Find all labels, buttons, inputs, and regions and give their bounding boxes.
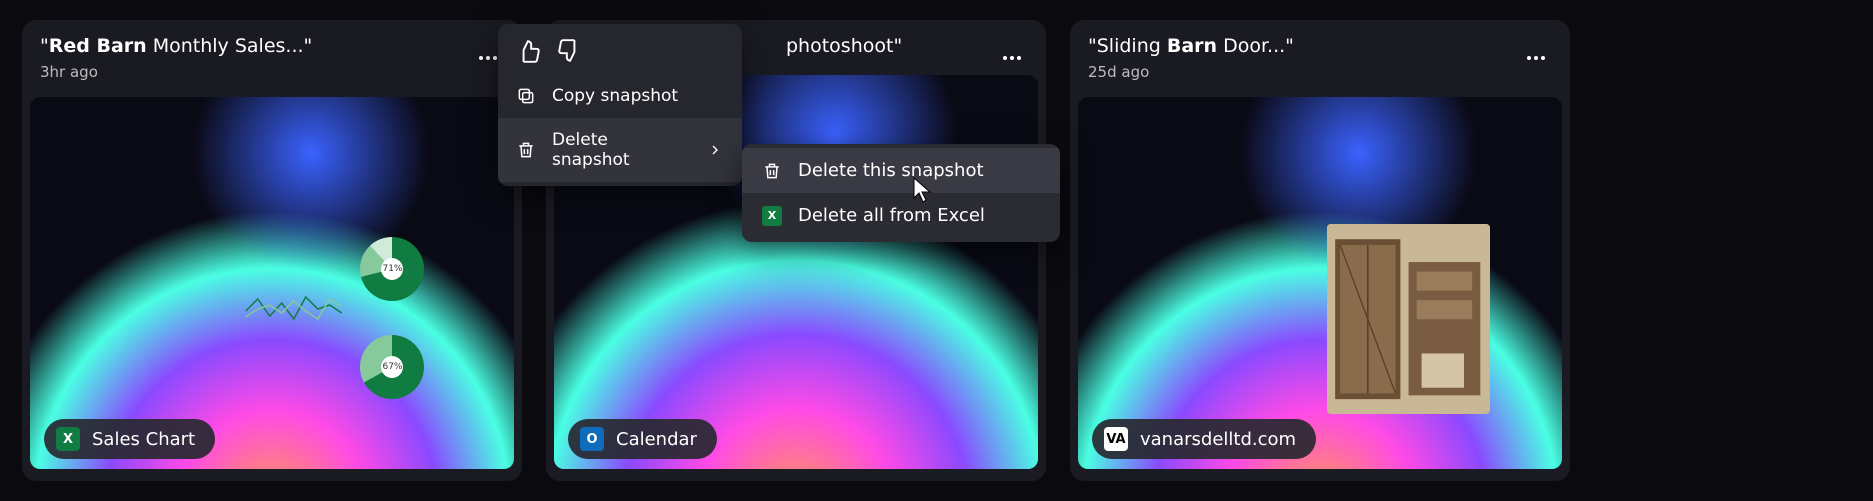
trash-icon — [516, 140, 536, 160]
title-quote: " — [40, 35, 49, 57]
snapshot-thumbnail[interactable]: VanArsdel CLOTHINGFURNITUREAPPLIANCESTEC… — [1078, 97, 1562, 469]
source-badge[interactable]: O Calendar — [568, 419, 717, 459]
thumbs-down-icon — [556, 38, 582, 64]
more-button[interactable] — [996, 42, 1028, 74]
ellipsis-icon — [1526, 55, 1546, 61]
card-time: 3hr ago — [40, 63, 504, 81]
menu-item-label: Delete this snapshot — [798, 160, 984, 181]
card-header: "Sliding Barn Door..." 25d ago — [1070, 20, 1570, 87]
delete-snapshot-item[interactable]: Delete snapshot — [498, 118, 742, 182]
card-header: "Red Barn Monthly Sales..." 3hr ago — [22, 20, 522, 87]
context-submenu: Delete this snapshot X Delete all from E… — [742, 144, 1060, 242]
context-menu: Copy snapshot Delete snapshot — [498, 24, 742, 186]
thumbs-up-icon — [516, 38, 542, 64]
more-button[interactable] — [1520, 42, 1552, 74]
title-prefix: "Sliding — [1088, 35, 1167, 57]
card-title: "Red Barn Monthly Sales..." — [40, 34, 504, 59]
wallpaper-bg — [30, 97, 514, 469]
chevron-right-icon — [706, 140, 724, 160]
product-image — [1327, 224, 1490, 414]
ellipsis-icon — [478, 55, 498, 61]
delete-all-excel-item[interactable]: X Delete all from Excel — [742, 193, 1060, 238]
excel-icon: X — [56, 427, 80, 451]
feedback-row — [498, 24, 742, 74]
title-highlight: Barn — [1167, 35, 1217, 57]
badge-label: Calendar — [616, 429, 697, 450]
source-badge[interactable]: VA vanarsdelltd.com — [1092, 419, 1316, 459]
excel-icon: X — [762, 206, 782, 226]
menu-item-label: Delete snapshot — [552, 130, 674, 170]
title-rest: Monthly Sales..." — [147, 35, 313, 57]
menu-item-label: Delete all from Excel — [798, 205, 985, 226]
ellipsis-icon — [1002, 55, 1022, 61]
title-highlight: Red Barn — [49, 35, 147, 57]
snapshot-card[interactable]: "Red Barn Monthly Sales..." 3hr ago File… — [22, 20, 522, 481]
donut-chart: 71% — [360, 237, 424, 301]
thumbs-up-button[interactable] — [516, 38, 542, 64]
snapshot-card[interactable]: "Sliding Barn Door..." 25d ago VanArsdel… — [1070, 20, 1570, 481]
menu-item-label: Copy snapshot — [552, 86, 678, 106]
mini-line-chart — [239, 291, 353, 325]
source-badge[interactable]: X Sales Chart — [44, 419, 215, 459]
delete-this-snapshot-item[interactable]: Delete this snapshot — [742, 148, 1060, 193]
badge-label: vanarsdelltd.com — [1140, 429, 1296, 450]
snapshot-thumbnail[interactable]: File Home Insert Draw Page Layout Formul… — [30, 97, 514, 469]
thumbs-down-button[interactable] — [556, 38, 582, 64]
title-plain: photoshoot" — [786, 35, 902, 57]
card-title: photoshoot" — [786, 34, 1028, 59]
donut-chart: 67% — [360, 335, 424, 399]
copy-snapshot-item[interactable]: Copy snapshot — [498, 74, 742, 118]
trash-icon — [762, 161, 782, 181]
copy-icon — [516, 86, 536, 106]
outlook-icon: O — [580, 427, 604, 451]
site-icon: VA — [1104, 427, 1128, 451]
card-title: "Sliding Barn Door..." — [1088, 34, 1552, 59]
title-rest: Door..." — [1217, 35, 1294, 57]
card-time: 25d ago — [1088, 63, 1552, 81]
badge-label: Sales Chart — [92, 429, 195, 450]
